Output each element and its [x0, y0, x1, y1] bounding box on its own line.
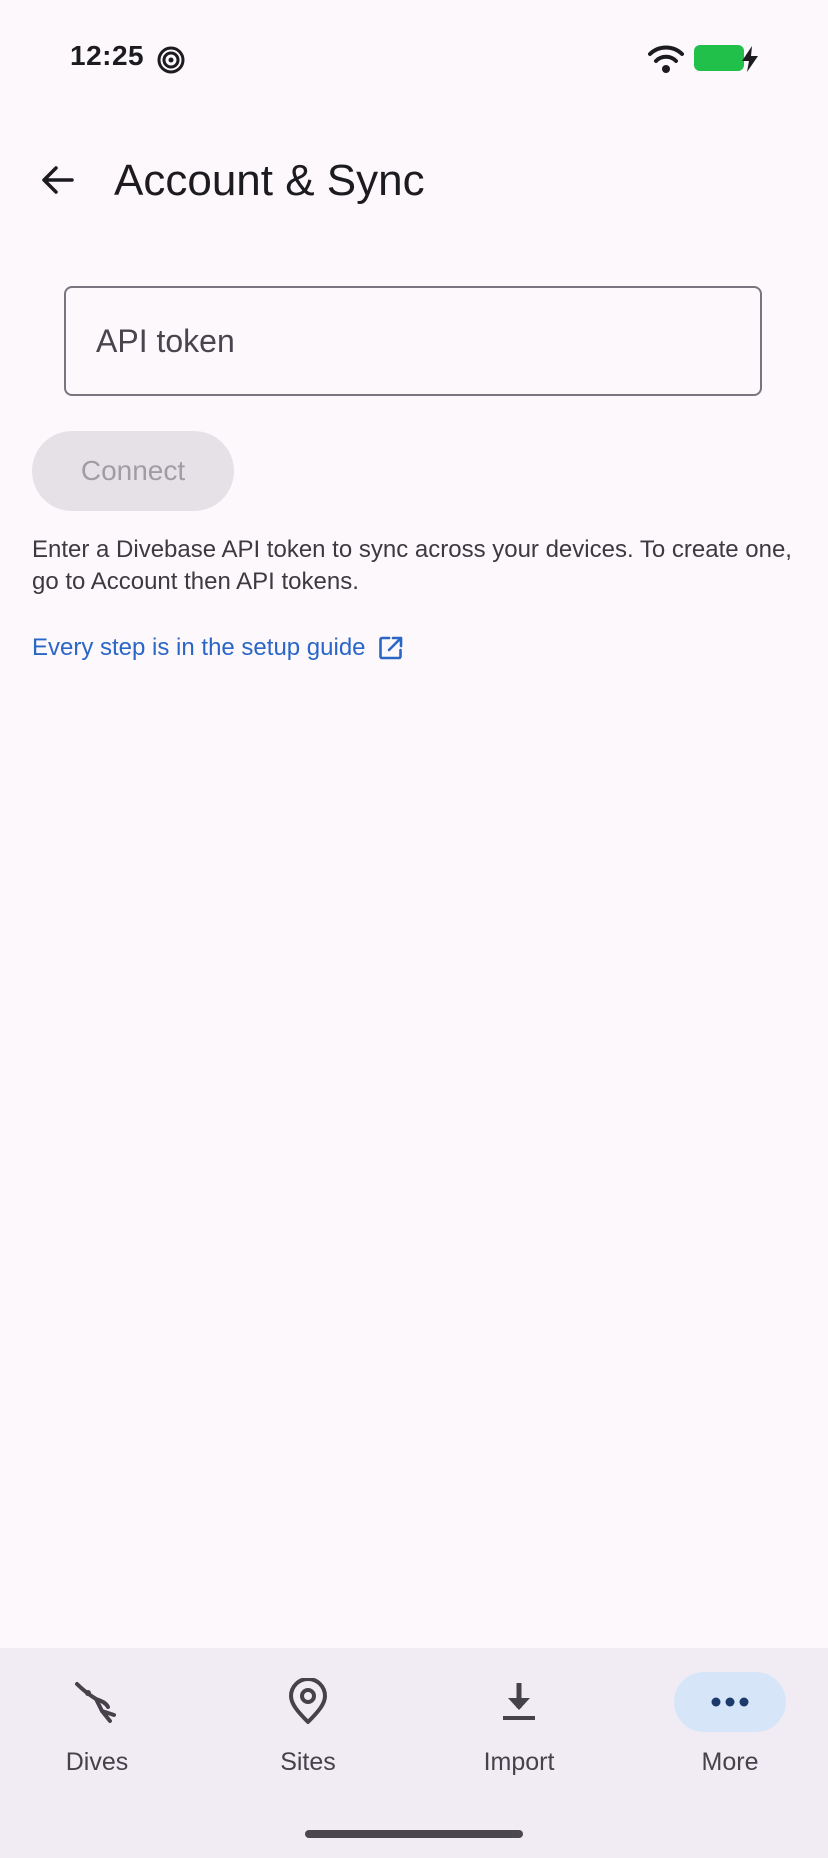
status-time: 12:25: [70, 40, 145, 71]
back-button[interactable]: [28, 150, 88, 210]
setup-guide-link-label: Every step is in the setup guide: [32, 634, 366, 661]
download-icon: [503, 1683, 535, 1720]
api-token-field[interactable]: [64, 286, 762, 396]
connect-button[interactable]: Connect: [32, 431, 234, 511]
nav-item-more[interactable]: More: [640, 1648, 820, 1818]
setup-guide-link[interactable]: Every step is in the setup guide: [32, 632, 404, 664]
location-pin-icon: [289, 1678, 327, 1724]
more-horizontal-icon: [711, 1697, 749, 1707]
nav-item-import[interactable]: Import: [429, 1648, 609, 1818]
diver-icon: [75, 1682, 116, 1723]
nav-label-sites: Sites: [280, 1748, 336, 1776]
nav-label-more: More: [701, 1748, 759, 1776]
battery-charging-icon: [742, 46, 758, 72]
home-indicator[interactable]: [305, 1830, 523, 1838]
app-spiral-icon: [157, 46, 185, 74]
open-in-new-icon: [378, 636, 402, 660]
nav-icon-container: [252, 1672, 364, 1732]
nav-label-import: Import: [483, 1748, 555, 1776]
nav-selected-indicator: [674, 1672, 786, 1732]
nav-label-dives: Dives: [65, 1748, 129, 1776]
api-token-input[interactable]: [66, 288, 760, 394]
wifi-icon: [648, 45, 684, 73]
page-title: Account & Sync: [114, 156, 425, 205]
bottom-navigation: Dives Sites Import More: [0, 1648, 828, 1858]
help-text: Enter a Divebase API token to sync acros…: [32, 536, 792, 595]
battery-level: [694, 45, 744, 71]
nav-icon-container: [463, 1672, 575, 1732]
nav-item-dives[interactable]: Dives: [7, 1648, 187, 1818]
nav-item-sites[interactable]: Sites: [218, 1648, 398, 1818]
nav-icon-container: [41, 1672, 153, 1732]
arrow-back-icon: [42, 166, 74, 194]
